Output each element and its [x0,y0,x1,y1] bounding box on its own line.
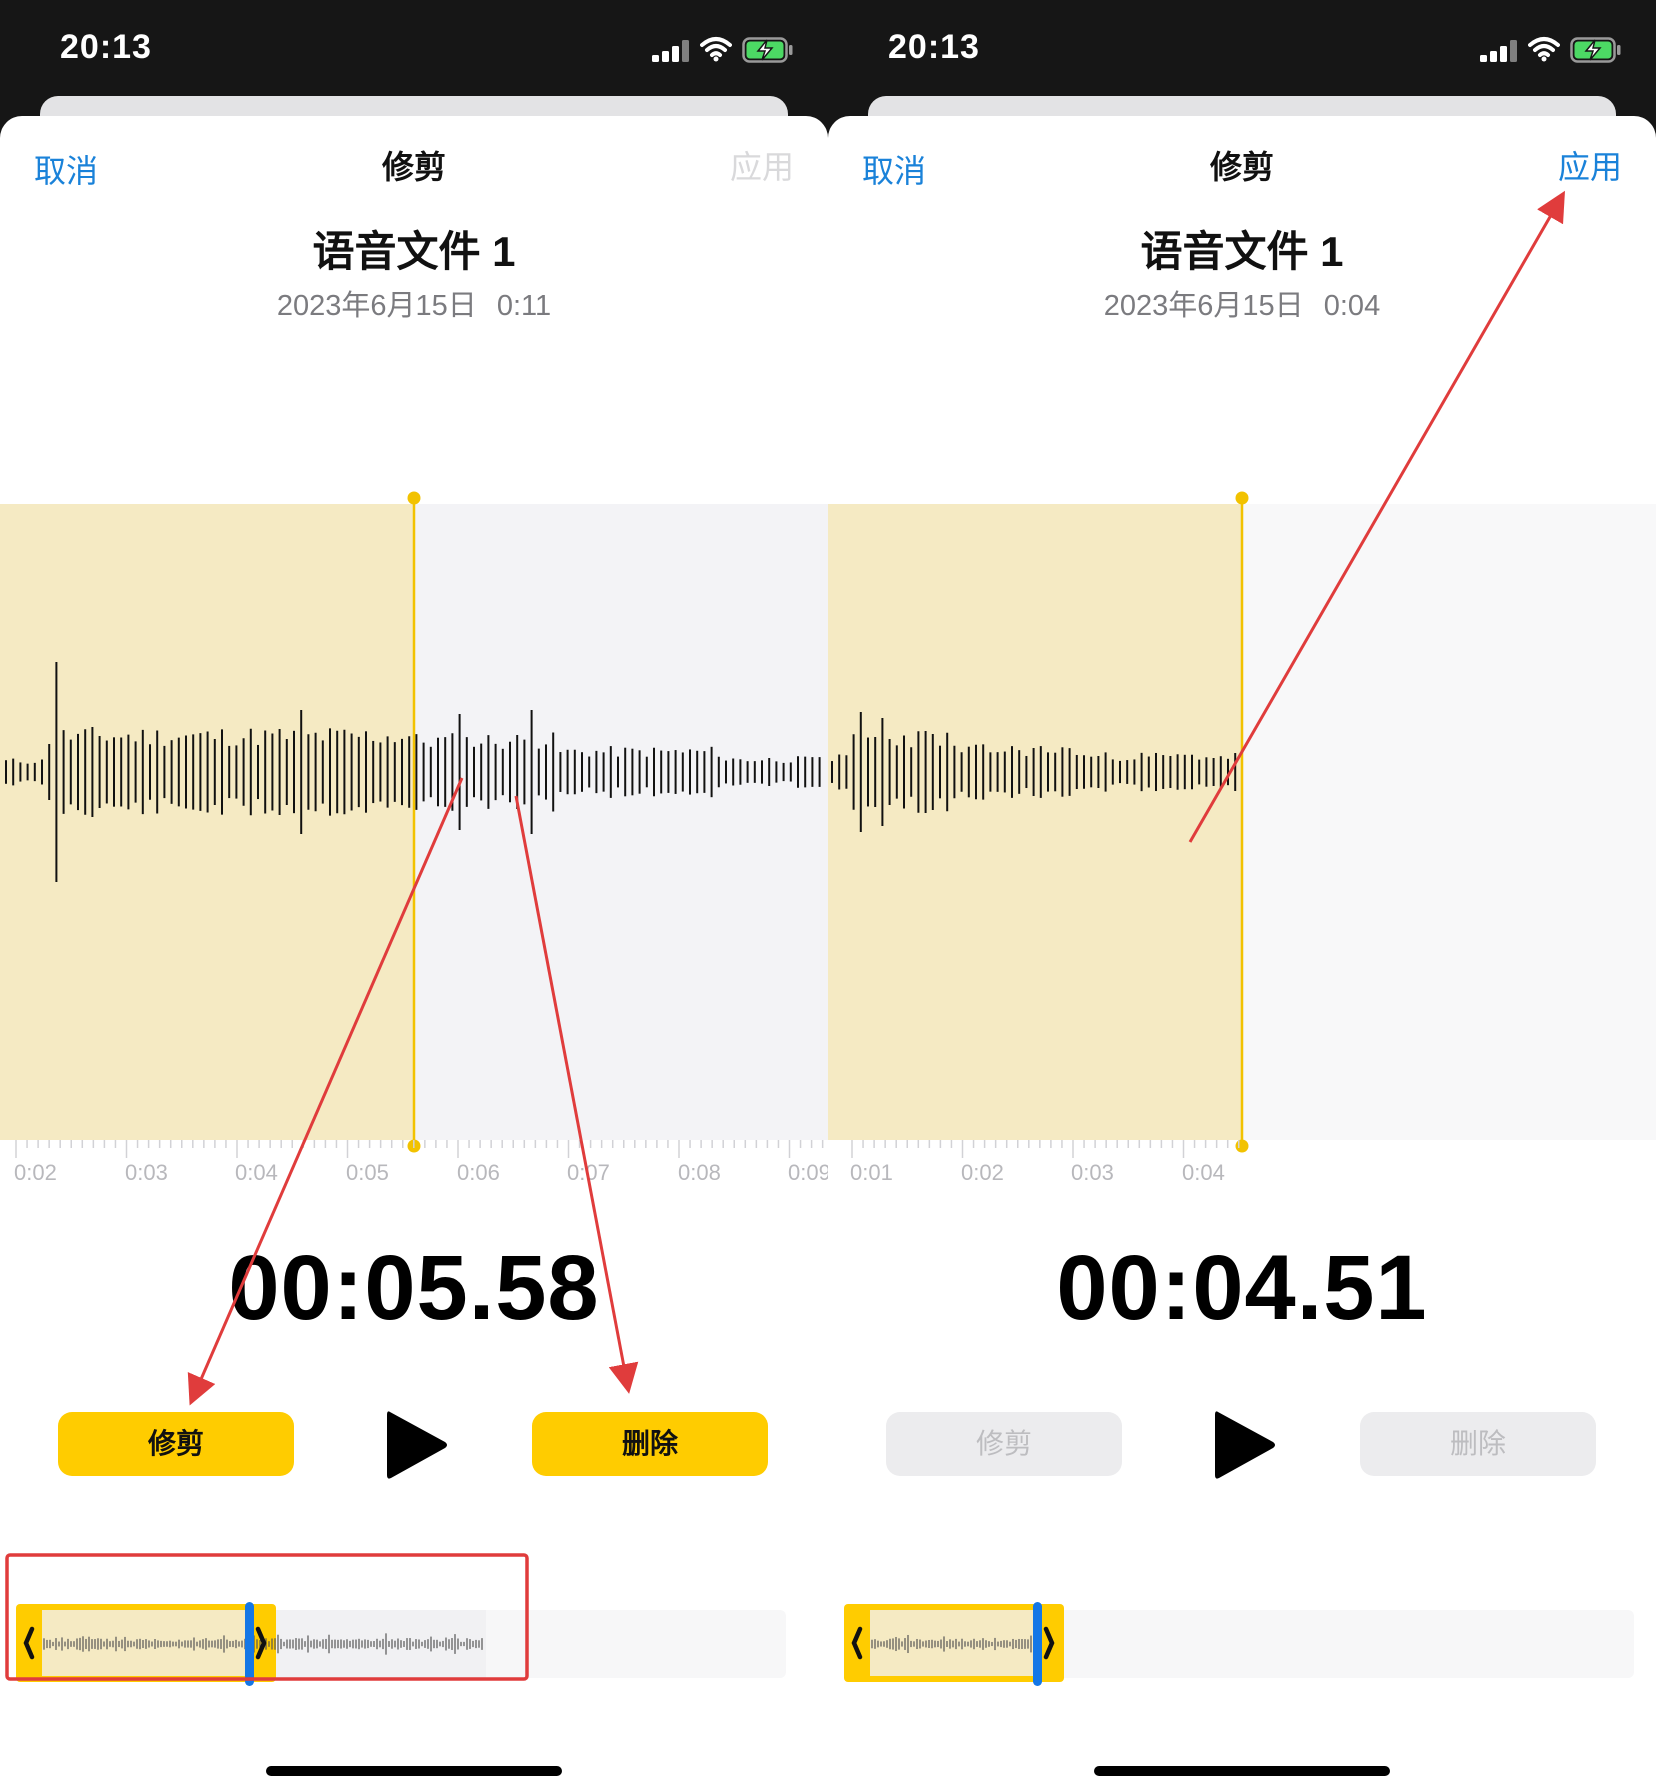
play-icon[interactable] [384,1408,450,1482]
selection-handle-bottom[interactable] [1235,1139,1249,1153]
selection-handle-top[interactable] [1235,491,1249,505]
battery-charging-icon [742,37,793,63]
status-time: 20:13 [888,28,980,66]
waveform-editor[interactable]: 0:01 0:02 0:03 0:04 [828,388,1656,1228]
tick-label: 0:02 [961,1160,1004,1185]
phone-screen-after: 20:13 取消 修剪 应用 语音文件 1 2023年6月15日 0:04 0:… [828,0,1656,1792]
tick-label: 0:01 [850,1160,893,1185]
battery-charging-icon [1570,37,1621,63]
recording-duration: 0:04 [1323,290,1381,322]
current-timecode: 00:05.58 [228,1237,600,1339]
timeline-ruler [851,1140,1240,1158]
selected-region [0,504,414,1140]
recording-date: 2023年6月15日 [276,290,477,322]
cellular-signal-icon [652,40,690,62]
trim-button[interactable]: 修剪 [886,1412,1122,1476]
waveform-canvas[interactable]: 0:02 0:03 0:04 0:05 0:06 0:07 0:08 0:09 [0,388,828,1228]
home-indicator [1094,1766,1390,1776]
tick-label: 0:04 [235,1160,278,1185]
tick-label: 0:04 [1182,1160,1225,1185]
status-bar: 20:13 [0,0,828,100]
recording-meta: 2023年6月15日 0:04 [828,282,1656,324]
waveform-editor[interactable]: 0:02 0:03 0:04 0:05 0:06 0:07 0:08 0:09 [0,388,828,1228]
cellular-signal-icon [1480,40,1518,62]
play-icon[interactable] [1212,1408,1278,1482]
selected-region [828,504,1242,1140]
waveform-canvas[interactable]: 0:01 0:02 0:03 0:04 [828,388,1656,1228]
wifi-icon [1528,37,1560,62]
status-bar: 20:13 [828,0,1656,100]
delete-button[interactable]: 删除 [532,1412,768,1476]
status-time: 20:13 [60,28,152,66]
apply-button[interactable]: 应用 [1558,142,1622,188]
overview-scrubber-graphic[interactable] [828,1586,1656,1686]
nav-title: 修剪 [381,149,446,185]
tick-label: 0:06 [457,1160,500,1185]
scrubber-playhead[interactable] [1033,1602,1042,1686]
recording-date: 2023年6月15日 [1103,290,1304,322]
overview-scrubber[interactable] [0,1586,828,1686]
recording-title: 语音文件 1 [312,228,516,275]
current-timecode: 00:04.51 [1056,1237,1428,1339]
trim-button[interactable]: 修剪 [58,1412,294,1476]
selection-handle-top[interactable] [407,491,421,505]
trim-sheet: 取消 修剪 应用 语音文件 1 2023年6月15日 0:04 0:01 0:0… [828,116,1656,1792]
tick-label: 0:03 [1071,1160,1114,1185]
recording-meta: 2023年6月15日 0:11 [0,282,828,324]
tick-label: 0:02 [14,1160,57,1185]
trim-sheet: 取消 修剪 应用 语音文件 1 2023年6月15日 0:11 0:02 0:0… [0,116,828,1792]
nav-title: 修剪 [1209,149,1274,185]
tick-label: 0:09 [788,1160,828,1185]
phone-screen-before: 20:13 取消 修剪 应用 语音文件 1 2023年6月15日 0:11 0:… [0,0,828,1792]
scrubber-playhead[interactable] [245,1602,254,1686]
unselected-region [414,504,828,1140]
wifi-icon [700,37,732,62]
recording-duration: 0:11 [496,290,552,322]
home-indicator [266,1766,562,1776]
recording-title: 语音文件 1 [1140,228,1344,275]
apply-button[interactable]: 应用 [730,142,794,188]
tick-label: 0:08 [678,1160,721,1185]
tick-label: 0:07 [567,1160,610,1185]
empty-region [1242,504,1656,1140]
delete-button[interactable]: 删除 [1360,1412,1596,1476]
tick-label: 0:05 [346,1160,389,1185]
tick-label: 0:03 [125,1160,168,1185]
overview-scrubber-graphic[interactable] [0,1586,828,1686]
overview-scrubber[interactable] [828,1586,1656,1686]
